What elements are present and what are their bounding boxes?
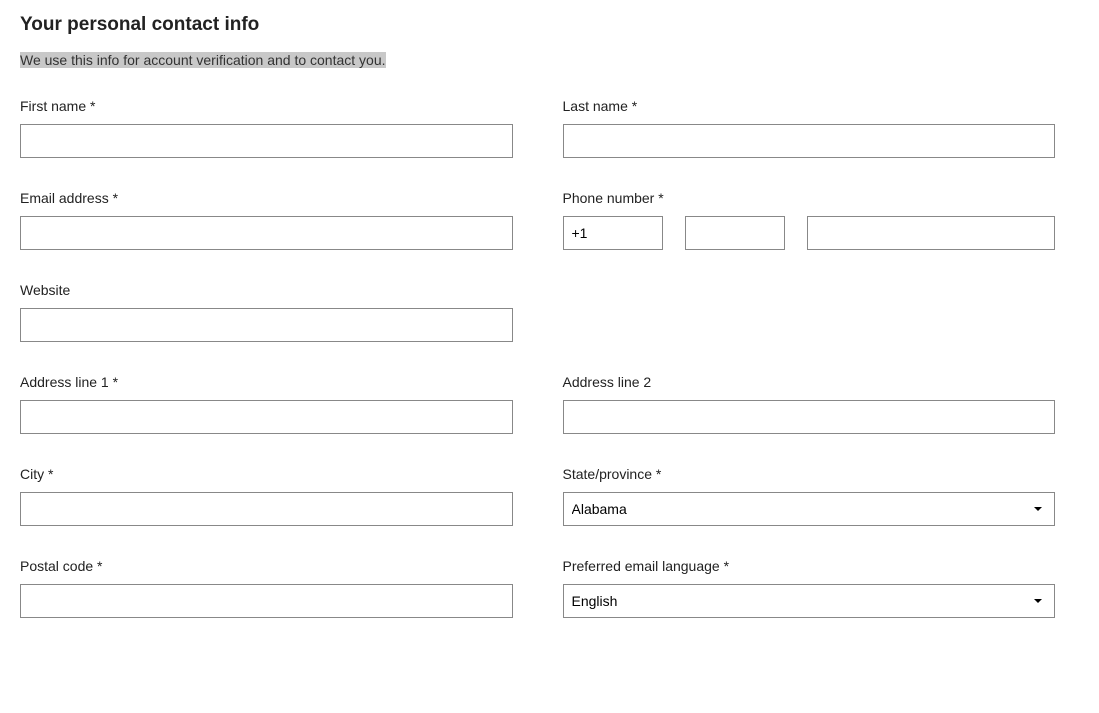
phone-label: Phone number *	[563, 190, 1056, 206]
language-label: Preferred email language *	[563, 558, 1056, 574]
state-label: State/province *	[563, 466, 1056, 482]
page-heading: Your personal contact info	[20, 14, 1079, 36]
email-field: Email address *	[20, 190, 513, 250]
first-name-field: First name *	[20, 98, 513, 158]
page-subtext: We use this info for account verificatio…	[20, 52, 386, 68]
language-select[interactable]: English	[563, 584, 1056, 618]
city-input[interactable]	[20, 492, 513, 526]
phone-country-input[interactable]	[563, 216, 663, 250]
city-field: City *	[20, 466, 513, 526]
phone-field: Phone number *	[563, 190, 1056, 250]
phone-row	[563, 216, 1056, 250]
address2-input[interactable]	[563, 400, 1056, 434]
address1-input[interactable]	[20, 400, 513, 434]
first-name-input[interactable]	[20, 124, 513, 158]
form-grid: First name * Last name * Email address *…	[20, 98, 1055, 618]
first-name-label: First name *	[20, 98, 513, 114]
address2-label: Address line 2	[563, 374, 1056, 390]
empty-cell	[563, 282, 1056, 342]
phone-number-input[interactable]	[807, 216, 1056, 250]
address1-label: Address line 1 *	[20, 374, 513, 390]
postal-label: Postal code *	[20, 558, 513, 574]
last-name-field: Last name *	[563, 98, 1056, 158]
language-field: Preferred email language * English	[563, 558, 1056, 618]
phone-area-input[interactable]	[685, 216, 785, 250]
city-label: City *	[20, 466, 513, 482]
email-input[interactable]	[20, 216, 513, 250]
state-select[interactable]: Alabama	[563, 492, 1056, 526]
website-label: Website	[20, 282, 513, 298]
last-name-input[interactable]	[563, 124, 1056, 158]
state-field: State/province * Alabama	[563, 466, 1056, 526]
last-name-label: Last name *	[563, 98, 1056, 114]
address2-field: Address line 2	[563, 374, 1056, 434]
address1-field: Address line 1 *	[20, 374, 513, 434]
postal-input[interactable]	[20, 584, 513, 618]
website-field: Website	[20, 282, 513, 342]
email-label: Email address *	[20, 190, 513, 206]
postal-field: Postal code *	[20, 558, 513, 618]
page-subtext-wrap: We use this info for account verificatio…	[20, 52, 1079, 68]
website-input[interactable]	[20, 308, 513, 342]
